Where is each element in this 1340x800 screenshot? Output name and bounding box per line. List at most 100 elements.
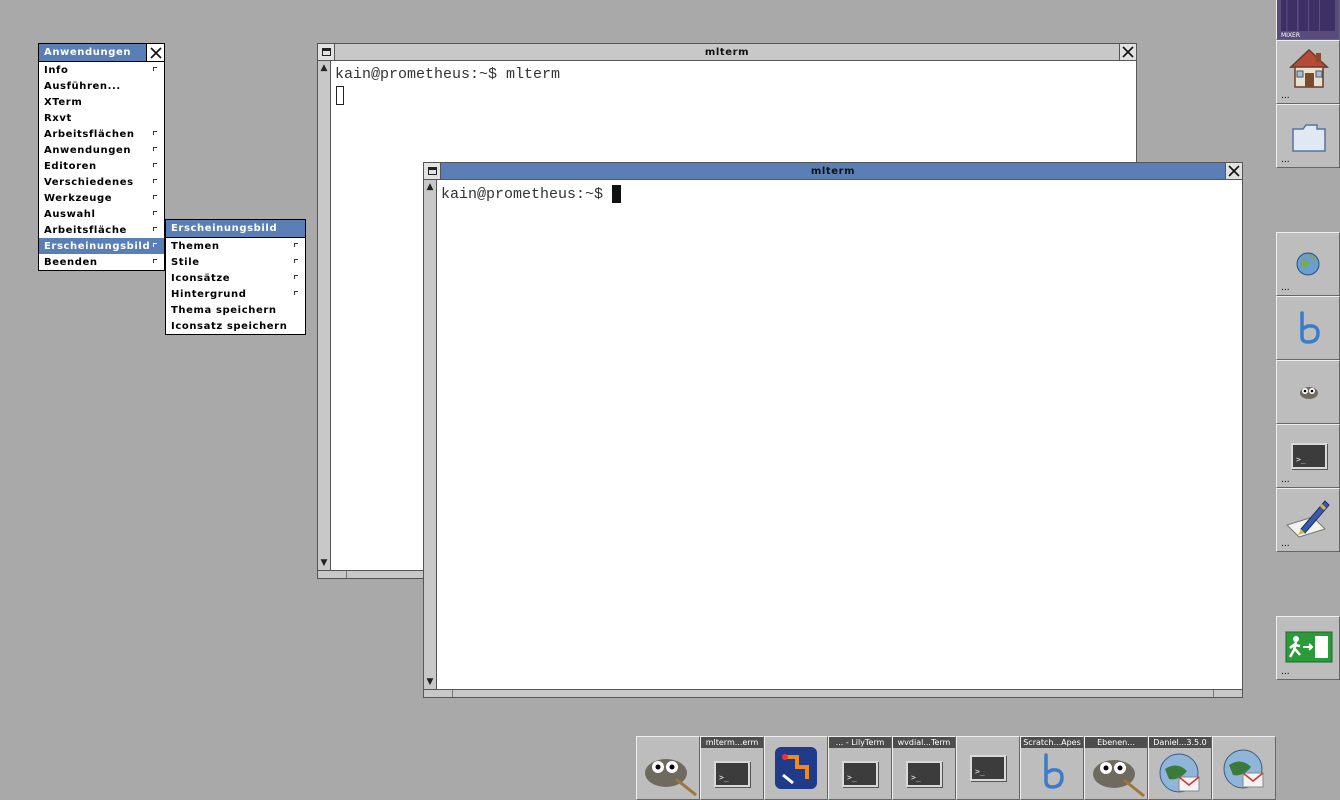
minimize-icon xyxy=(321,48,331,56)
terminal-prompt-row: kain@prometheus:~$ xyxy=(441,185,622,203)
menu-close-button[interactable] xyxy=(146,44,164,61)
scroll-down-icon[interactable]: ▼ xyxy=(319,558,329,568)
main_menu-item-arbeitsflächen[interactable]: Arbeitsflächen xyxy=(39,126,164,142)
vertical-scrollbar[interactable]: ▲ ▼ xyxy=(318,61,331,570)
dock-gimp-tile[interactable] xyxy=(1276,360,1340,424)
main_menu-item-auswahl[interactable]: Auswahl xyxy=(39,206,164,222)
menu-item-label: Arbeitsflächen xyxy=(44,128,135,140)
window-title: mlterm xyxy=(810,165,856,177)
task-lilyterm[interactable]: ... - LilyTerm >_ xyxy=(828,736,892,800)
submenu-arrow-icon xyxy=(153,131,157,135)
minimize-button[interactable] xyxy=(318,44,335,60)
submenu-arrow-icon xyxy=(294,243,298,247)
menu-item-label: Iconsätze xyxy=(171,272,231,284)
menu-item-label: Stile xyxy=(171,256,200,268)
scroll-up-icon[interactable]: ▲ xyxy=(319,63,329,73)
scrollbar-notch xyxy=(1213,690,1214,697)
applications-menu[interactable]: Anwendungen Info Ausführen... XTerm Rxvt Arb… xyxy=(38,43,165,271)
menu-item-label: Info xyxy=(44,64,69,76)
dock-editor-tile[interactable]: ... xyxy=(1276,488,1340,552)
main_menu-item-editoren[interactable]: Editoren xyxy=(39,158,164,174)
dock-ellipsis: ... xyxy=(1281,155,1290,165)
task-label: ... - LilyTerm xyxy=(829,737,891,748)
terminal-icon: >_ xyxy=(906,761,942,787)
dock-home-tile[interactable]: ... xyxy=(1276,40,1340,104)
minimize-button[interactable] xyxy=(424,163,441,179)
main_menu-item-werkzeuge[interactable]: Werkzeuge xyxy=(39,190,164,206)
task-mail[interactable]: Daniel...3.5.0 xyxy=(1148,736,1212,800)
sub_menu-item-thema-speichern[interactable]: Thema speichern xyxy=(166,302,305,318)
gimp-icon xyxy=(1093,760,1145,798)
task-label: Daniel...3.5.0 xyxy=(1149,737,1211,748)
task-wvdial[interactable]: wvdial...Term >_ xyxy=(892,736,956,800)
dock-folder-tile[interactable]: ... xyxy=(1276,104,1340,168)
close-button[interactable] xyxy=(1119,44,1136,60)
main_menu-item-xterm[interactable]: XTerm xyxy=(39,94,164,110)
dock-ellipsis: ... xyxy=(1281,539,1290,549)
main_menu-item-arbeitsfläche[interactable]: Arbeitsfläche xyxy=(39,222,164,238)
submenu-arrow-icon xyxy=(153,243,157,247)
main_menu-item-anwendungen[interactable]: Anwendungen xyxy=(39,142,164,158)
close-icon xyxy=(1122,46,1134,58)
task-mail-2[interactable] xyxy=(1212,736,1276,800)
menu-item-label: Editoren xyxy=(44,160,97,172)
minimize-icon xyxy=(427,167,437,175)
gimp-icon xyxy=(1300,387,1318,399)
main_menu-item-beenden[interactable]: Beenden xyxy=(39,254,164,270)
terminal-icon: >_ xyxy=(842,761,878,787)
task-gimp[interactable] xyxy=(636,736,700,800)
terminal-cursor xyxy=(336,86,344,105)
submenu-arrow-icon xyxy=(153,259,157,263)
mixer-icon xyxy=(1281,0,1335,31)
dock-bluefish-tile[interactable] xyxy=(1276,296,1340,360)
mlterm-window-front[interactable]: mlterm ▲ ▼ kain@prometheus:~$ xyxy=(423,162,1243,698)
mixer-label: MIXER xyxy=(1281,32,1301,39)
close-button[interactable] xyxy=(1225,163,1242,179)
submenu-arrow-icon xyxy=(153,147,157,151)
menu-item-label: Auswahl xyxy=(44,208,96,220)
sub_menu-item-themen[interactable]: Themen xyxy=(166,238,305,254)
sub_menu-item-iconsätze[interactable]: Iconsätze xyxy=(166,270,305,286)
main_menu-item-ausführen[interactable]: Ausführen... xyxy=(39,78,164,94)
task-label: mlterm...erm xyxy=(701,737,763,748)
dock-network-tile[interactable]: ... xyxy=(1276,232,1340,296)
sub_menu-item-iconsatz-speichern[interactable]: Iconsatz speichern xyxy=(166,318,305,334)
dock-exit-tile[interactable]: ... xyxy=(1276,616,1340,680)
task-bluefish[interactable]: Scratch...Apes xyxy=(1020,736,1084,800)
vertical-scrollbar[interactable]: ▲ ▼ xyxy=(424,180,437,689)
globe-icon xyxy=(1296,252,1320,276)
submenu-arrow-icon xyxy=(153,179,157,183)
sub_menu-item-hintergrund[interactable]: Hintergrund xyxy=(166,286,305,302)
dock-mixer-tile[interactable]: MIXER xyxy=(1276,0,1340,40)
task-label: Scratch...Apes xyxy=(1021,737,1083,748)
main_menu-item-rxvt[interactable]: Rxvt xyxy=(39,110,164,126)
task-gimp-layers[interactable]: Ebenen... xyxy=(1084,736,1148,800)
scroll-down-icon[interactable]: ▼ xyxy=(425,677,435,687)
menu-item-label: Iconsatz speichern xyxy=(171,320,288,332)
main_menu-item-erscheinungsbild[interactable]: Erscheinungsbild xyxy=(39,238,164,254)
dock-terminal-tile[interactable]: >_ ... xyxy=(1276,424,1340,488)
terminal-icon: >_ xyxy=(1291,443,1327,469)
scroll-up-icon[interactable]: ▲ xyxy=(425,182,435,192)
terminal-line: kain@prometheus:~$ xyxy=(441,185,613,203)
terminal-icon: >_ xyxy=(970,755,1006,781)
folder-icon xyxy=(1292,124,1326,152)
window-titlebar[interactable]: mlterm xyxy=(424,163,1242,180)
window-titlebar[interactable]: mlterm xyxy=(318,44,1136,61)
pen-paper-icon xyxy=(1286,500,1330,538)
main_menu-item-info[interactable]: Info xyxy=(39,62,164,78)
main_menu-item-verschiedenes[interactable]: Verschiedenes xyxy=(39,174,164,190)
menu-item-label: Thema speichern xyxy=(171,304,277,316)
task-packager[interactable] xyxy=(764,736,828,800)
menu-title[interactable]: Anwendungen xyxy=(39,44,164,62)
submenu-arrow-icon xyxy=(153,195,157,199)
menu-item-label: Themen xyxy=(171,240,220,252)
mail-globe-icon xyxy=(1223,749,1264,789)
task-terminal[interactable]: >_ xyxy=(956,736,1020,800)
horizontal-scrollbar[interactable] xyxy=(424,689,1242,697)
task-mlterm-1[interactable]: mlterm...erm >_ xyxy=(700,736,764,800)
terminal-cursor xyxy=(612,185,622,203)
sub_menu-item-stile[interactable]: Stile xyxy=(166,254,305,270)
submenu-title[interactable]: Erscheinungsbild xyxy=(166,220,305,238)
appearance-submenu[interactable]: Erscheinungsbild Themen Stile Iconsätze Hin… xyxy=(165,219,306,335)
